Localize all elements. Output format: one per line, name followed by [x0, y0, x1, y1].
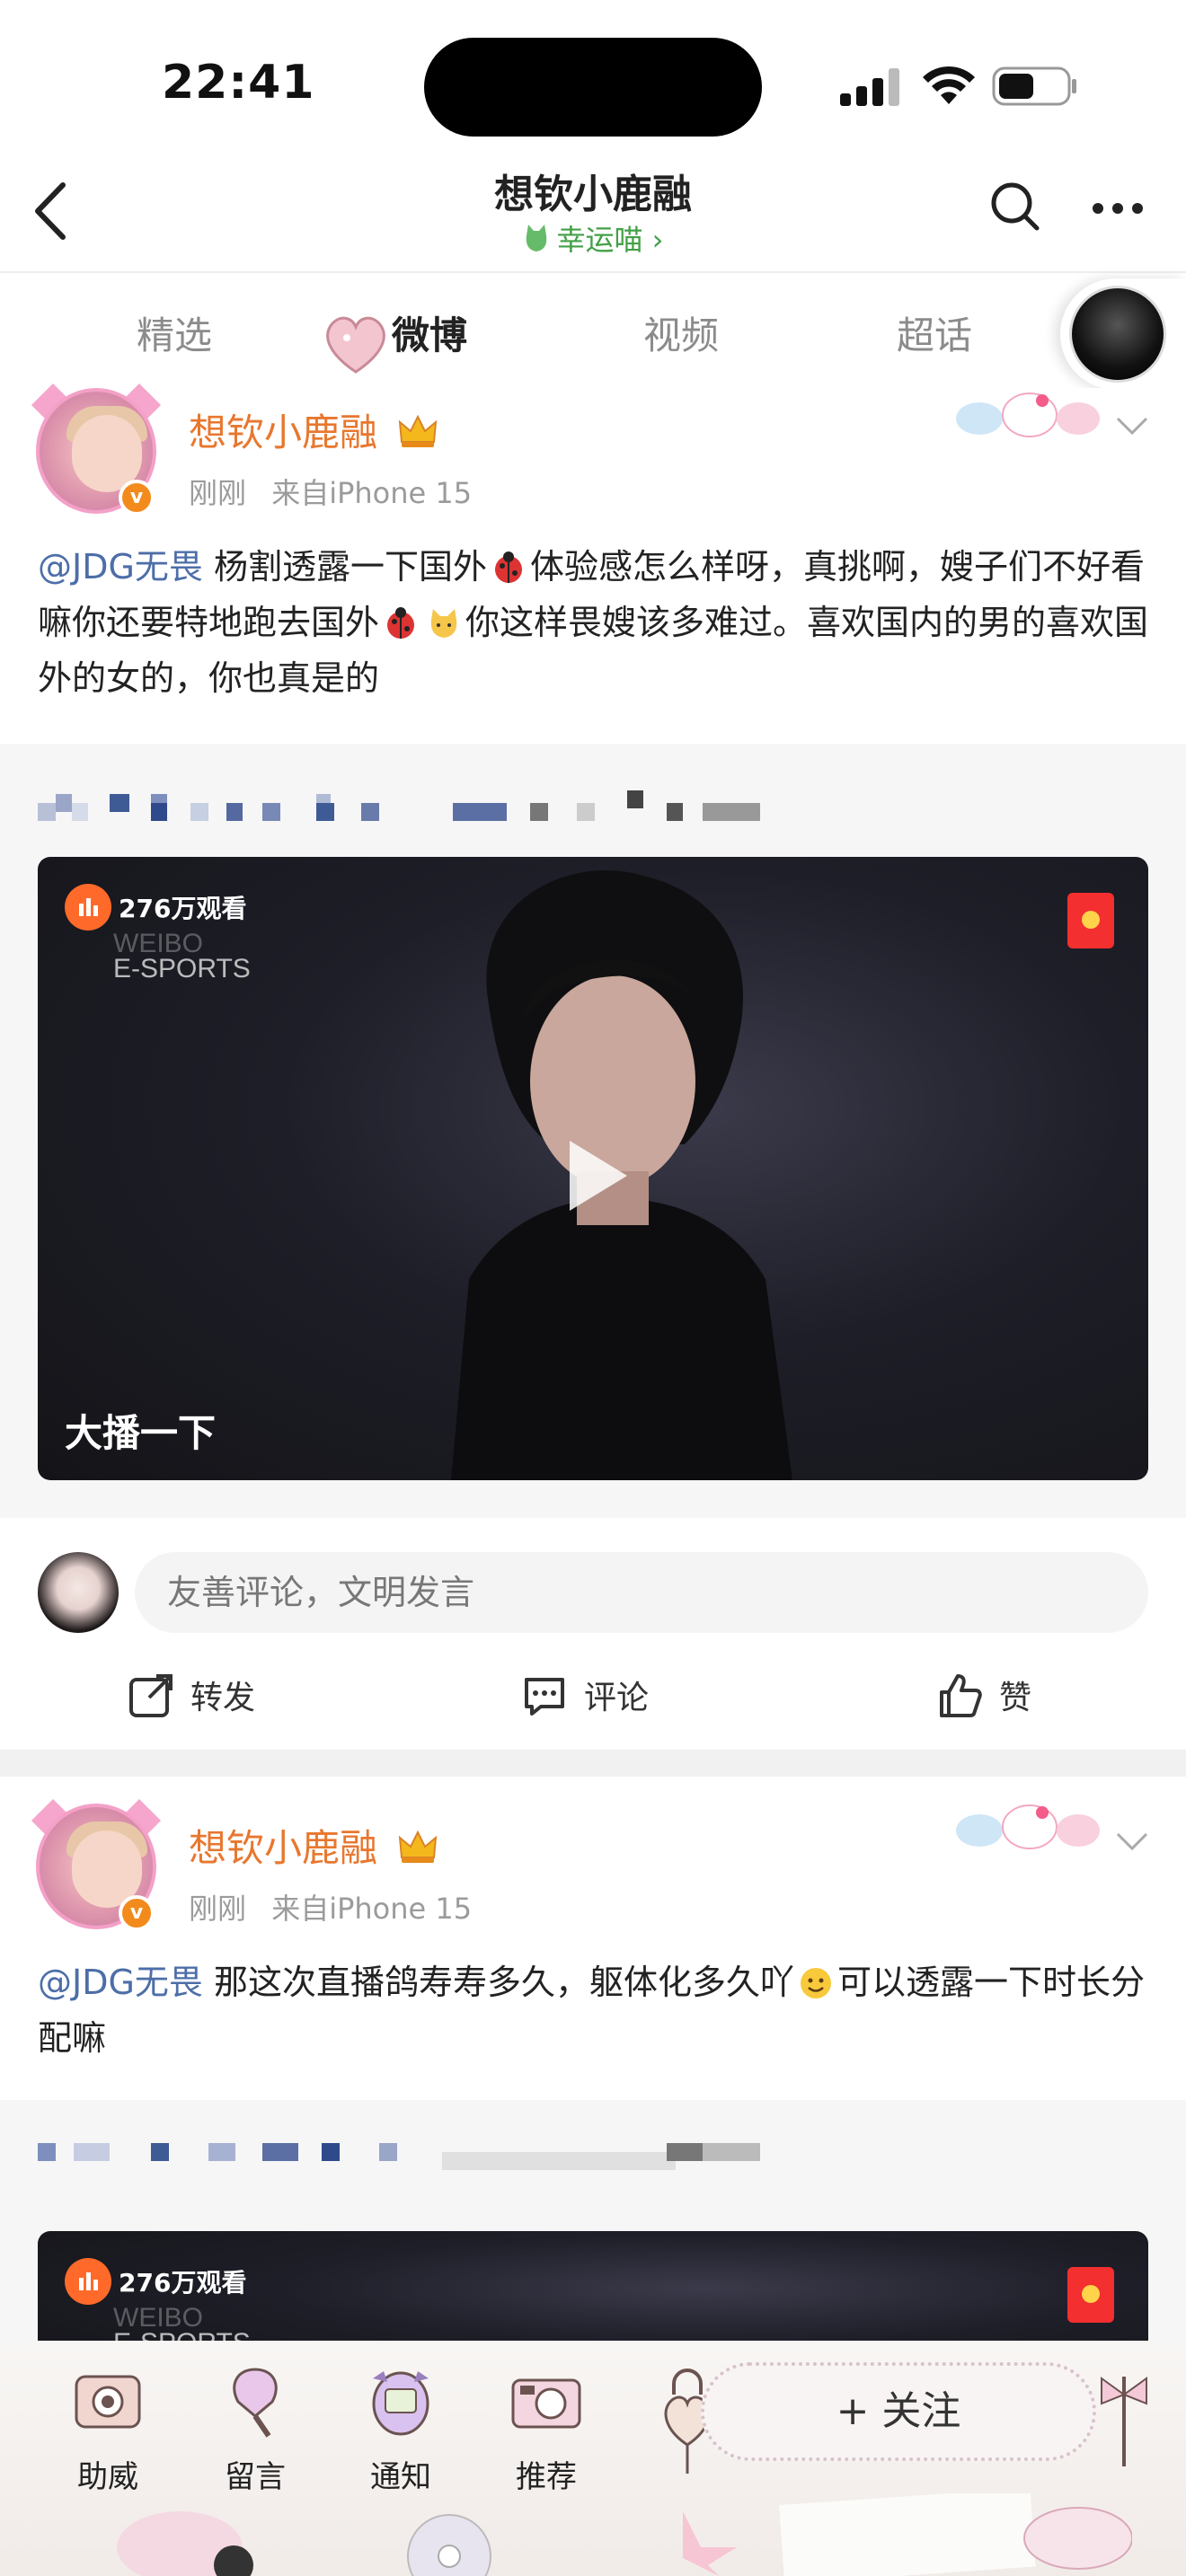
decorative-collage	[117, 2493, 1132, 2576]
thumbs-up-icon	[940, 1674, 982, 1717]
mosaic-text	[38, 2136, 774, 2172]
cat-face-emoji-icon	[430, 609, 457, 638]
my-avatar[interactable]	[38, 1552, 119, 1633]
mirror-icon	[233, 2368, 278, 2438]
post-meta: 刚刚 来自iPhone 15	[189, 1886, 472, 1928]
cat-icon	[526, 225, 546, 251]
video-caption: 大播一下	[65, 1411, 217, 1455]
post-card[interactable]: v 想钦小鹿融 刚刚 来自iPhone 15 @JDG无畏 那这次直播鸽寿寿多久…	[0, 1777, 1186, 2100]
bottom-item-message[interactable]: 留言	[201, 2359, 309, 2496]
bottom-item-recommend[interactable]: 推荐	[492, 2359, 600, 2496]
views-count: 276万观看	[119, 894, 247, 923]
repost-button[interactable]: 转发	[128, 1672, 255, 1723]
bottom-item-cheer[interactable]: 助威	[54, 2359, 162, 2496]
post-time: 刚刚	[189, 1892, 247, 1926]
video-player[interactable]: 276万观看 WEIBO E-SPORTS 大播一下	[38, 857, 1148, 1480]
post-source: 来自iPhone 15	[271, 476, 473, 510]
post-text-part: 杨割透露一下国外	[202, 547, 488, 587]
battery-icon	[992, 66, 1076, 106]
hello-kitty-sticker-icon	[956, 393, 1100, 437]
like-button[interactable]: 赞	[936, 1672, 1031, 1723]
bottom-item-label: 助威	[77, 2459, 138, 2495]
post-time: 刚刚	[189, 476, 247, 510]
avatar[interactable]: v	[29, 383, 164, 523]
verified-badge-icon: v	[119, 1895, 155, 1931]
views-count: 276万观看	[119, 2268, 247, 2298]
status-time: 22:41	[162, 56, 315, 110]
signal-icon	[840, 68, 899, 106]
red-packet-icon[interactable]	[1067, 893, 1114, 948]
tab-featured[interactable]: 精选	[137, 305, 212, 360]
repost-label: 转发	[190, 1680, 256, 1716]
retro-camera-icon	[511, 2378, 581, 2429]
hello-kitty-sticker-icon	[956, 1804, 1100, 1849]
bottom-item-label: 推荐	[516, 2459, 577, 2495]
search-icon[interactable]	[988, 180, 1042, 234]
tab-videos[interactable]: 视频	[643, 305, 719, 360]
comment-area: 友善评论，文明发言 转发 评论 赞	[0, 1518, 1186, 1759]
bottom-item-label: 通知	[370, 2459, 431, 2495]
heart-sticker-icon	[326, 316, 385, 374]
bottom-item-notify[interactable]: 通知	[347, 2359, 455, 2496]
wifi-icon	[923, 66, 975, 104]
follow-button[interactable]: + 关注	[701, 2362, 1096, 2461]
comment-button[interactable]: 评论	[521, 1672, 649, 1723]
username-label: 想钦小鹿融	[189, 1826, 378, 1870]
views-badge: 276万观看	[65, 2258, 246, 2307]
verified-badge-icon: v	[119, 480, 155, 516]
views-icon	[65, 2258, 111, 2305]
comment-label: 评论	[584, 1680, 650, 1716]
mention-link[interactable]: @JDG无畏	[38, 1963, 203, 2002]
lucky-badge-label: 幸运喵 ›	[556, 223, 664, 257]
post-meta: 刚刚 来自iPhone 15	[189, 471, 472, 512]
mention-link[interactable]: @JDG无畏	[38, 547, 203, 587]
like-label: 赞	[999, 1680, 1032, 1716]
dynamic-island	[424, 38, 762, 137]
username-label: 想钦小鹿融	[189, 410, 378, 454]
watermark-line: WEIBO	[113, 929, 204, 958]
status-bar: 22:41	[0, 0, 1186, 162]
smiling-face-emoji-icon	[801, 1968, 832, 1998]
crown-icon	[399, 414, 438, 447]
tab-weibo[interactable]: 微博	[392, 305, 467, 360]
post-divider	[0, 1750, 1186, 1777]
post-text: @JDG无畏 那这次直播鸽寿寿多久，躯体化多久吖 可以透露一下时长分配嘛	[38, 1954, 1152, 2066]
post-text-part: 那这次直播鸽寿寿多久，躯体化多久吖	[202, 1963, 795, 2002]
views-badge: 276万观看	[65, 884, 246, 932]
repost-icon	[129, 1674, 173, 1717]
more-icon[interactable]	[1091, 199, 1145, 217]
bottom-item-label: 留言	[225, 2459, 286, 2495]
username[interactable]: 想钦小鹿融	[189, 1818, 438, 1873]
bottom-toolbar: 助威 留言 通知 推荐 + 关注	[0, 2341, 1186, 2576]
video-watermark: WEIBO E-SPORTS	[113, 929, 251, 984]
mosaic-text	[38, 790, 774, 826]
watermark-line: WEIBO	[113, 2303, 204, 2333]
ladybug-emoji-icon	[387, 607, 415, 639]
reposted-card[interactable]: 276万观看 WEIBO E-SPORTS 大播一下	[0, 744, 1186, 1518]
post-card[interactable]: v 想钦小鹿融 刚刚 来自iPhone 15 @JDG无畏 杨割透露一下国外 体验…	[0, 383, 1186, 744]
comment-icon	[525, 1678, 564, 1716]
nav-header: 想钦小鹿融 幸运喵 ›	[0, 162, 1186, 271]
play-icon[interactable]	[561, 1135, 633, 1216]
tab-supertopic[interactable]: 超话	[897, 305, 972, 360]
post-source: 来自iPhone 15	[271, 1892, 473, 1926]
tamagotchi-icon	[372, 2371, 429, 2436]
reposted-card[interactable]: 276万观看 WEIBO E-SPORTS	[0, 2100, 1186, 2375]
comment-input[interactable]: 友善评论，文明发言	[135, 1552, 1148, 1633]
floating-avatar-image	[1069, 286, 1166, 383]
username[interactable]: 想钦小鹿融	[189, 402, 438, 457]
ribbon-cross-icon	[1101, 2377, 1147, 2466]
post-text: @JDG无畏 杨割透露一下国外 体验感怎么样呀，真挑啊，嫂子们不好看嘛你还要特地跑…	[38, 539, 1152, 706]
crown-icon	[399, 1830, 438, 1863]
avatar[interactable]: v	[29, 1798, 164, 1938]
chevron-down-icon[interactable]	[1114, 415, 1150, 437]
camera-icon	[75, 2375, 141, 2429]
floating-avatar[interactable]	[1060, 278, 1186, 390]
views-icon	[65, 884, 111, 931]
ladybug-emoji-icon	[495, 551, 523, 583]
red-packet-icon[interactable]	[1067, 2267, 1114, 2323]
chevron-down-icon[interactable]	[1114, 1831, 1150, 1852]
profile-tabs: 精选 微博 视频 超话	[0, 271, 1186, 390]
